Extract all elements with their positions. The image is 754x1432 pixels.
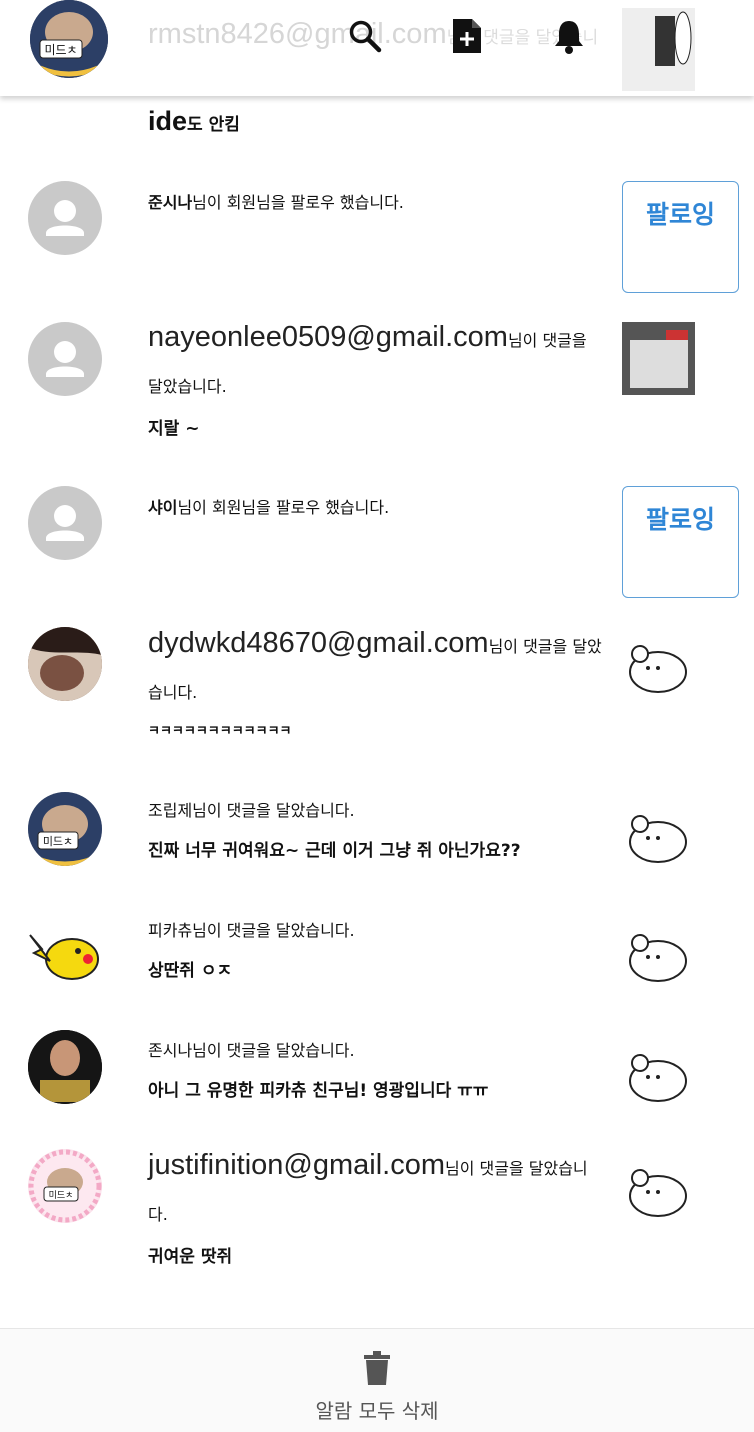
user-avatar[interactable]: 미드ㅊ [28, 792, 102, 866]
notification-text: nayeonlee0509@gmail.com님이 댓글을 달았습니다. 지랄 … [148, 314, 603, 439]
trash-icon [364, 1351, 390, 1389]
add-file-icon[interactable] [448, 16, 486, 56]
bell-icon[interactable] [550, 16, 588, 56]
notification-text: 샤이님이 회원님을 팔로우 했습니다. [148, 498, 390, 517]
comment-text: ㅋㅋㅋㅋㅋㅋㅋㅋㅋㅋㅋㅋ [148, 724, 292, 739]
comment-text: 귀여운 땃쥐 [148, 1247, 233, 1267]
comment-text: 지랄 ~ [148, 419, 200, 439]
default-avatar-icon[interactable] [28, 322, 102, 396]
svg-text:미드ㅊ: 미드ㅊ [43, 835, 73, 848]
post-thumbnail[interactable] [622, 8, 695, 91]
profile-avatar[interactable]: 미드ㅊ [30, 0, 108, 78]
top-header: 미드ㅊ rmstn8426@gmail.com님이 댓글을 달았습니 [0, 0, 754, 96]
comment-text: 진짜 너무 귀여워요~ 근데 이거 그냥 쥐 아닌가요?? [148, 841, 521, 861]
post-thumbnail[interactable] [622, 808, 690, 868]
user-avatar[interactable] [28, 627, 102, 701]
user-avatar[interactable] [28, 1030, 102, 1104]
delete-all-notifications-button[interactable]: 알람 모두 삭제 [0, 1328, 754, 1432]
user-avatar[interactable]: 미드ㅊ [28, 1149, 102, 1223]
default-avatar-icon[interactable] [28, 486, 102, 560]
post-thumbnail[interactable] [622, 927, 690, 987]
pikachu-avatar[interactable] [28, 919, 102, 993]
notification-text: 존시나님이 댓글을 달았습니다. 아니 그 유명한 피카츄 친구님! 영광입니다… [148, 1030, 603, 1101]
post-thumbnail[interactable] [622, 322, 695, 395]
notification-text: dydwkd48670@gmail.com님이 댓글을 달았습니다. ㅋㅋㅋㅋㅋ… [148, 627, 602, 739]
ghost-comment: ide도 안킴 [148, 106, 240, 136]
notification-text: 준시나님이 회원님을 팔로우 했습니다. [148, 193, 404, 212]
svg-text:미드ㅊ: 미드ㅊ [44, 43, 77, 57]
following-button[interactable]: 팔로잉 [622, 486, 739, 598]
notification-text: 조립제님이 댓글을 달았습니다. 진짜 너무 귀여워요~ 근데 이거 그냥 쥐 … [148, 790, 603, 861]
search-icon[interactable] [346, 16, 384, 56]
following-button[interactable]: 팔로잉 [622, 181, 739, 293]
notification-text: 피카츄님이 댓글을 달았습니다. 상딴쥐 ㅇㅈ [148, 910, 603, 981]
notification-text: justifinition@gmail.com님이 댓글을 달았습니다. 귀여운… [148, 1142, 603, 1267]
comment-text: 상딴쥐 ㅇㅈ [148, 961, 233, 981]
delete-all-label: 알람 모두 삭제 [315, 1399, 439, 1423]
comment-text: 아니 그 유명한 피카츄 친구님! 영광입니다 ㅠㅠ [148, 1081, 489, 1101]
post-thumbnail[interactable] [622, 638, 690, 698]
post-thumbnail[interactable] [622, 1162, 690, 1222]
post-thumbnail[interactable] [622, 1047, 690, 1107]
svg-text:미드ㅊ: 미드ㅊ [49, 1190, 74, 1201]
default-avatar-icon[interactable] [28, 181, 102, 255]
